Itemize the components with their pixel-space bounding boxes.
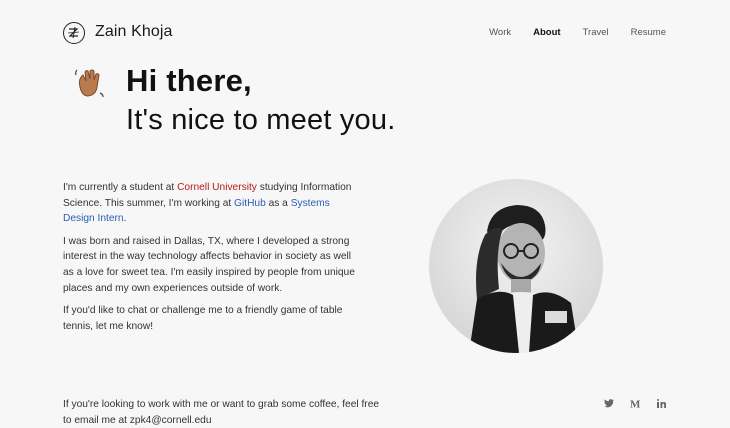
social-links: M xyxy=(604,399,666,411)
bio-paragraph-2: I was born and raised in Dallas, TX, whe… xyxy=(63,235,355,294)
wave-icon xyxy=(72,67,106,101)
linkedin-icon[interactable] xyxy=(657,399,666,411)
bio-paragraph-1: I'm currently a student at Cornell Unive… xyxy=(63,180,363,227)
contact-text: If you're looking to work with me or wan… xyxy=(63,399,380,426)
main-nav: Work About Travel Resume xyxy=(489,27,666,38)
nav-resume[interactable]: Resume xyxy=(631,27,666,38)
nav-work[interactable]: Work xyxy=(489,27,511,38)
bio-text: . xyxy=(123,213,127,225)
medium-icon[interactable]: M xyxy=(630,399,641,411)
brand-name[interactable]: Zain Khoja xyxy=(95,23,173,41)
svg-text:M: M xyxy=(630,399,641,408)
nav-about[interactable]: About xyxy=(533,27,560,38)
hero-greeting: Hi there, xyxy=(126,63,252,98)
nav-travel[interactable]: Travel xyxy=(583,27,609,38)
bio-text: as a xyxy=(265,197,291,209)
logo-icon[interactable] xyxy=(63,22,85,44)
hero-subtitle: It's nice to meet you. xyxy=(126,104,396,136)
github-link[interactable]: GitHub xyxy=(234,198,266,209)
profile-photo xyxy=(429,179,603,353)
bio-section: I'm currently a student at Cornell Unive… xyxy=(63,180,363,341)
bio-paragraph-3: If you'd like to chat or challenge me to… xyxy=(63,305,343,332)
twitter-icon[interactable] xyxy=(604,399,614,411)
cornell-link[interactable]: Cornell University xyxy=(177,182,257,193)
bio-text: I'm currently a student at xyxy=(63,182,178,193)
site-header: Zain Khoja Work About Travel Resume xyxy=(63,22,666,46)
